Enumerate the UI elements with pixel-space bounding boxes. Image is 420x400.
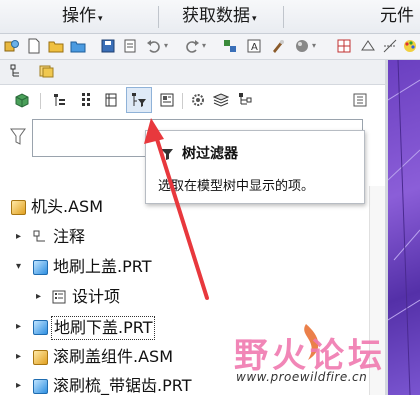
sphere-icon[interactable]	[294, 38, 310, 54]
grid-icon[interactable]	[336, 38, 352, 54]
menu-get-data-label: 获取数据	[182, 6, 250, 26]
menu-operations[interactable]: 操作 ▾	[62, 0, 103, 33]
tree-item-annotations[interactable]: ▸ 注释	[0, 223, 368, 251]
tree-item-label: 注释	[53, 227, 86, 246]
open-file-icon[interactable]	[48, 38, 64, 54]
tree-filter-button[interactable]	[126, 87, 152, 113]
toolbar-divider	[182, 93, 183, 109]
tree-filter-tooltip: 树过滤器 选取在模型树中显示的项。	[145, 130, 365, 204]
tooltip-description: 选取在模型树中显示的项。	[158, 179, 315, 194]
assembly-icon	[11, 200, 26, 215]
chevron-down-icon[interactable]: ▾	[16, 253, 21, 281]
chevron-right-icon[interactable]: ▸	[16, 372, 21, 400]
tooltip-title: 树过滤器	[182, 146, 238, 162]
print-icon[interactable]	[122, 38, 138, 54]
svg-text:A: A	[251, 42, 258, 53]
show-layers-icon[interactable]	[78, 92, 94, 108]
chevron-right-icon[interactable]: ▸	[36, 283, 41, 311]
menu-operations-label: 操作	[62, 6, 96, 26]
tree-filter-icon	[161, 149, 173, 160]
gear-icon[interactable]	[190, 92, 206, 108]
datum-planes-icon[interactable]	[360, 38, 376, 54]
assembly-icon	[33, 350, 48, 365]
tree-filter-icon	[132, 93, 146, 107]
main-toolbar: ▾ ▾ A ▾	[0, 34, 420, 60]
tree-item-upper-cover[interactable]: ▾ 地刷上盖.PRT	[0, 253, 368, 281]
undo-dropdown-icon[interactable]: ▾	[164, 41, 168, 50]
tree-item-label: 地刷上盖.PRT	[53, 257, 152, 276]
undo-icon[interactable]	[146, 38, 162, 54]
menu-divider	[283, 6, 284, 28]
regenerate-model-icon[interactable]	[222, 38, 238, 54]
tree-settings-icon[interactable]	[103, 92, 119, 108]
menu-components-label: 元件	[380, 6, 414, 26]
tree-item-label: 机头.ASM	[31, 197, 103, 216]
annotation-icon	[33, 230, 45, 242]
chevron-down-icon: ▾	[98, 14, 103, 24]
funnel-icon	[10, 128, 26, 145]
tree-item-design-items[interactable]: ▸ 设计项	[0, 283, 368, 311]
menu-bar: 操作 ▾ 获取数据 ▾ 元件	[0, 0, 420, 34]
tree-columns-settings-icon[interactable]	[352, 92, 368, 108]
menu-divider	[158, 6, 159, 28]
chevron-right-icon[interactable]: ▸	[16, 343, 21, 371]
chevron-down-icon: ▾	[252, 14, 257, 24]
sphere-dropdown-icon[interactable]: ▾	[312, 41, 316, 50]
chevron-right-icon[interactable]: ▸	[16, 223, 21, 251]
layers-icon[interactable]	[213, 92, 229, 108]
tree-details-icon[interactable]	[159, 92, 175, 108]
tree-item-label: 地刷下盖.PRT	[51, 316, 156, 340]
redo-icon[interactable]	[184, 38, 200, 54]
tab-folder-browser[interactable]	[38, 63, 54, 79]
color-palette-icon[interactable]	[402, 38, 418, 54]
menu-components[interactable]: 元件	[380, 0, 414, 33]
model-cube-icon[interactable]	[14, 92, 30, 108]
regenerate-icon[interactable]	[4, 38, 20, 54]
watermark-url: www.proewildfire.cn	[236, 370, 368, 384]
navigator-tabs	[0, 60, 390, 85]
tree-columns-icon[interactable]	[52, 92, 68, 108]
chevron-right-icon[interactable]: ▸	[16, 313, 21, 341]
model-tree-toolbar	[0, 85, 386, 115]
tree-item-label: 设计项	[72, 287, 121, 306]
tree-item-label: 滚刷盖组件.ASM	[53, 347, 173, 366]
toolbar-divider	[40, 93, 41, 109]
new-file-icon[interactable]	[26, 38, 42, 54]
appearance-brush-icon[interactable]	[270, 38, 286, 54]
part-icon	[33, 320, 48, 335]
part-icon	[33, 379, 48, 394]
tree-item-label: 滚刷梳_带锯齿.PRT	[53, 376, 192, 395]
annotation-text-icon[interactable]: A	[246, 38, 262, 54]
save-icon[interactable]	[100, 38, 116, 54]
tree-structure-icon[interactable]	[237, 92, 253, 108]
open-folder-icon[interactable]	[70, 38, 86, 54]
part-icon	[33, 260, 48, 275]
menu-get-data[interactable]: 获取数据 ▾	[182, 0, 257, 33]
datum-axes-icon[interactable]	[382, 38, 398, 54]
tab-model-tree[interactable]	[10, 64, 24, 78]
design-items-icon	[52, 290, 66, 304]
redo-dropdown-icon[interactable]: ▾	[202, 41, 206, 50]
